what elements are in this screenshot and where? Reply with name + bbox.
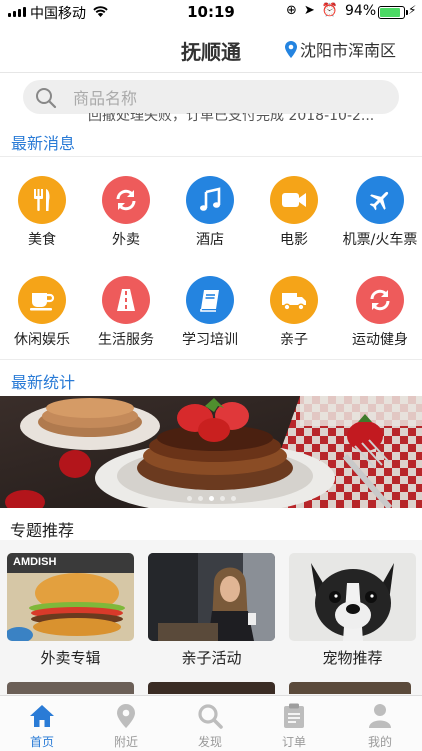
tab-bar: 首页 附近 发现 订单 我的 [0,695,422,751]
topic-label: 宠物推荐 [322,649,383,667]
search-input[interactable] [71,86,375,110]
tab-orders[interactable]: 订单 [252,702,336,750]
category-label: 生活服务 [98,332,154,348]
carousel-dot[interactable] [197,496,203,501]
burger-photo: AMDISH [7,553,134,641]
topics-title: 专题推荐 [10,521,75,540]
category-movie[interactable]: 电影 [252,176,336,249]
banner-carousel[interactable] [0,396,422,508]
charging-icon: ⚡ [408,3,417,17]
category-label: 运动健身 [352,332,408,348]
search-icon [168,702,252,730]
category-label: 电影 [280,232,308,248]
location-arrow-icon: ➤ [303,3,315,18]
tab-label: 发现 [197,735,222,749]
category-label: 美食 [28,232,56,248]
search-bar[interactable] [23,80,399,114]
tab-nearby[interactable]: 附近 [84,702,168,750]
tab-mine[interactable]: 我的 [338,702,422,750]
pancake-dessert-photo [0,396,422,508]
topic-thumbnail-partial [148,682,275,694]
battery-icon [378,6,408,19]
category-label: 酒店 [196,232,224,248]
woman-cafe-photo [148,553,275,641]
category-education[interactable]: 学习培训 [168,276,252,349]
video-camera-icon [270,176,318,224]
clipboard-icon [252,702,336,730]
latest-news-title[interactable]: 最新消息 [11,130,75,154]
rotation-lock-icon: ⊕ [286,3,297,18]
latest-stats-title[interactable]: 最新统计 [11,369,75,393]
burger-photo-text: AMDISH [13,556,56,568]
carousel-dot[interactable] [230,496,236,501]
location-label: 沈阳市浑南区 [300,41,397,60]
category-label: 机票/火车票 [342,232,418,248]
category-hotel[interactable]: 酒店 [168,176,252,249]
book-icon [186,276,234,324]
airplane-icon [356,176,404,224]
topic-thumbnail-partial [289,682,411,694]
refresh-icon [102,176,150,224]
tab-label: 附近 [113,735,138,749]
category-label: 学习培训 [182,332,238,348]
carousel-dot-active[interactable] [208,496,214,501]
category-label: 亲子 [280,332,308,348]
carousel-dot[interactable] [186,496,192,501]
category-label: 外卖 [112,232,140,248]
coffee-cup-icon [18,276,66,324]
carousel-dots [0,496,422,501]
carousel-dot[interactable] [219,496,225,501]
category-takeout[interactable]: 外卖 [84,176,168,249]
tab-label: 订单 [281,735,306,749]
topic-pet-recommend[interactable]: 宠物推荐 [289,553,416,668]
tab-label: 首页 [29,735,54,749]
user-icon [338,702,422,730]
road-icon [102,276,150,324]
music-note-icon [186,176,234,224]
category-life-services[interactable]: 生活服务 [84,276,168,349]
truck-icon [270,276,318,324]
tab-discover[interactable]: 发现 [168,702,252,750]
alarm-icon: ⏰ [321,3,338,18]
category-leisure[interactable]: 休闲娱乐 [0,276,84,349]
category-parent-child[interactable]: 亲子 [252,276,336,349]
tab-home[interactable]: 首页 [0,702,84,750]
location-selector[interactable]: 沈阳市浑南区 [285,37,396,61]
battery-percent: 94% [345,3,377,19]
tab-label: 我的 [367,735,392,749]
topic-label: 亲子活动 [181,649,242,667]
location-pin-icon [84,702,168,730]
system-icons: ⊕ ➤ ⏰ [286,3,338,18]
topic-parent-child-activity[interactable]: 亲子活动 [148,553,275,668]
divider [0,156,422,157]
topic-label: 外卖专辑 [40,649,101,667]
nav-bar: 抚顺通 沈阳市浑南区 [0,24,422,73]
status-bar: 中国移动 10:19 ⊕ ➤ ⏰ 94% ⚡ [0,0,422,24]
category-food[interactable]: 美食 [0,176,84,249]
fork-knife-icon [18,176,66,224]
topic-takeout-album[interactable]: AMDISH 外卖专辑 [7,553,134,668]
category-sports[interactable]: 运动健身 [338,276,422,349]
home-icon [0,702,84,730]
category-tickets[interactable]: 机票/火车票 [338,176,422,249]
refresh-icon [356,276,404,324]
divider [0,359,422,360]
location-pin-icon [285,40,297,58]
search-icon [35,87,57,113]
topic-thumbnail-partial [7,682,134,694]
french-bulldog-photo [289,553,416,641]
category-label: 休闲娱乐 [14,332,70,348]
news-ticker[interactable]: 回撤处理失败，订单已支付完成 2018-10-2... [88,113,418,127]
